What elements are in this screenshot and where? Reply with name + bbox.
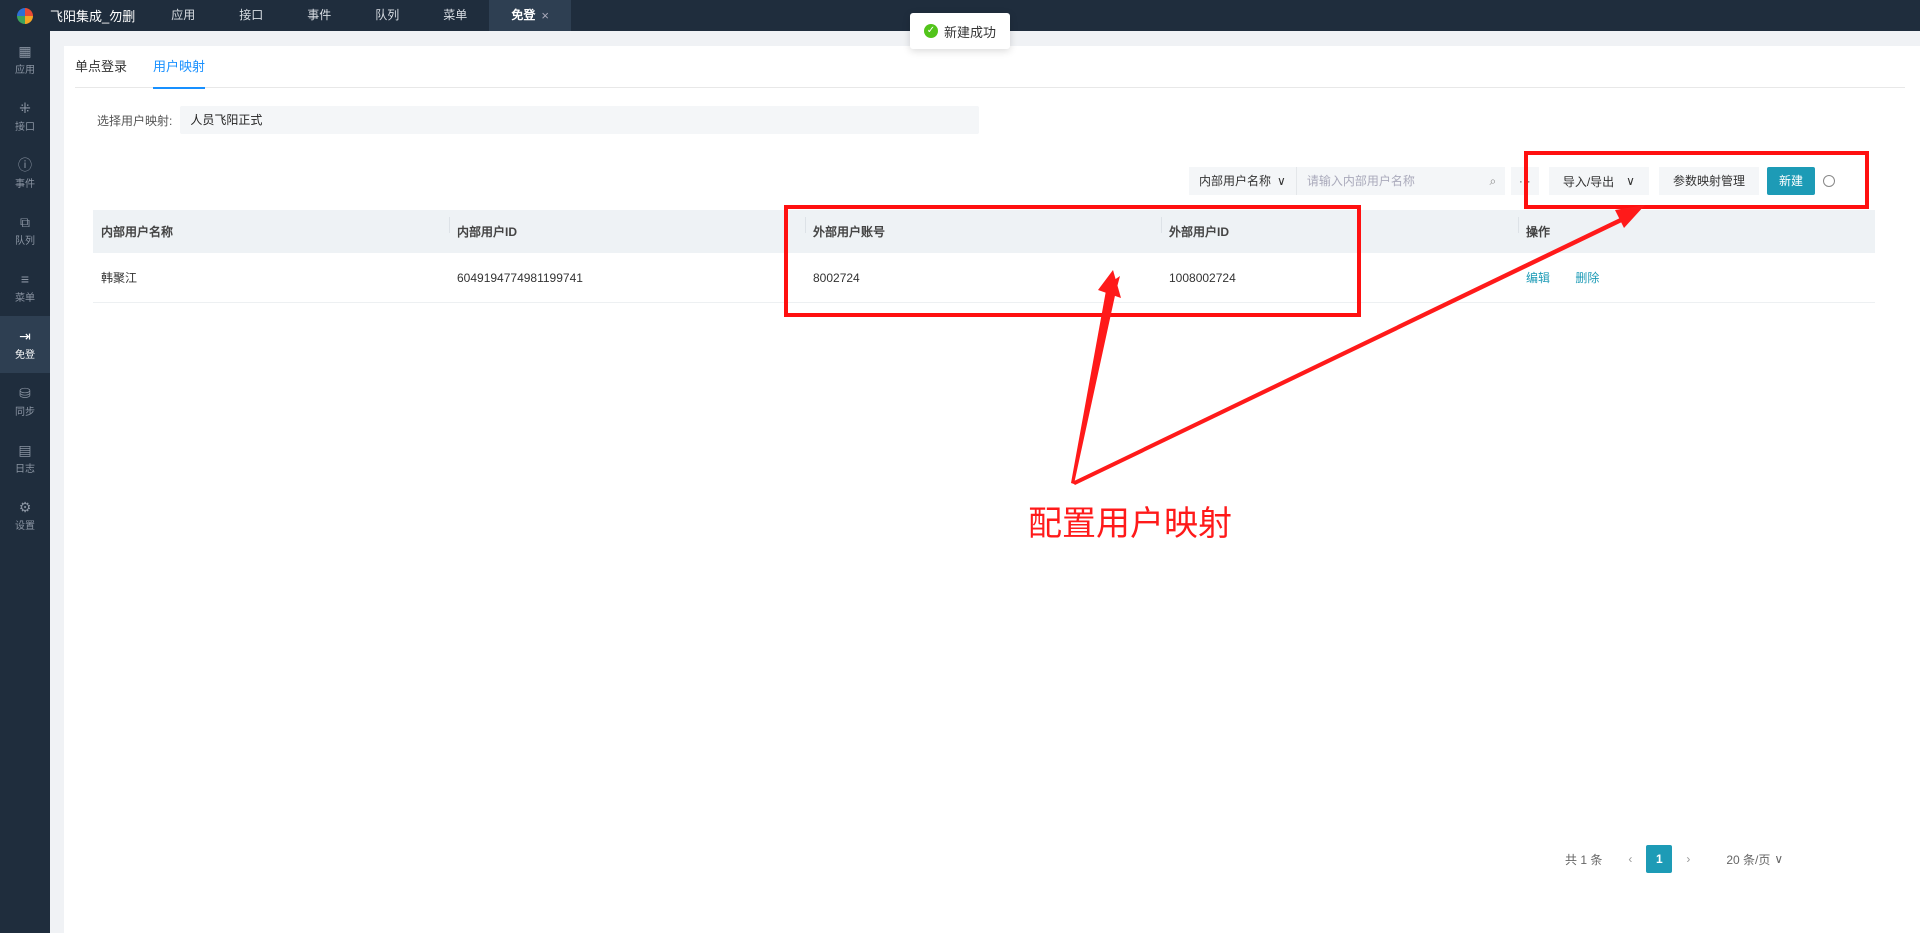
filter-field-select[interactable]: 内部用户名称 ∨ — [1189, 167, 1297, 195]
sidebar-item-menus[interactable]: ≡ 菜单 — [0, 259, 50, 316]
sidebar-item-label: 接口 — [15, 122, 35, 133]
top-tab-menus[interactable]: 菜单 — [421, 0, 489, 31]
gear-icon: ⚙ — [18, 499, 32, 515]
queue-icon: ⧉ — [20, 214, 30, 230]
logo-icon — [17, 7, 33, 24]
alert-icon: ⓘ — [18, 157, 32, 173]
sidebar-item-interfaces[interactable]: ⁜ 接口 — [0, 88, 50, 145]
app-logo — [0, 0, 50, 31]
chevron-down-icon: ∨ — [1277, 174, 1286, 188]
chevron-left-icon[interactable]: ‹ — [1628, 852, 1632, 866]
column-header-internal-name: 内部用户名称 — [101, 225, 174, 239]
top-tab-sso[interactable]: 免登 × — [489, 0, 571, 31]
sidebar-item-apps[interactable]: ▦ 应用 — [0, 31, 50, 88]
sidebar-item-label: 设置 — [15, 521, 35, 532]
network-icon: ⁜ — [19, 100, 31, 116]
app-name: 飞阳集成_勿删 — [50, 9, 136, 24]
top-tab-sso-label: 免登 — [511, 8, 536, 22]
sidebar-item-label: 日志 — [15, 464, 35, 475]
sidebar-item-sso[interactable]: ⇥ 免登 — [0, 316, 50, 373]
page-size-select[interactable]: 20 条/页 ∨ — [1726, 851, 1783, 868]
success-toast: ✓ 新建成功 — [910, 13, 1010, 49]
cell-internal-id: 6049194774981199741 — [457, 270, 583, 285]
mapping-select[interactable]: 人员飞阳正式 — [180, 106, 980, 134]
sidebar-item-queues[interactable]: ⧉ 队列 — [0, 202, 50, 259]
top-tab-queues[interactable]: 队列 — [353, 0, 421, 31]
database-icon: ⛁ — [19, 385, 31, 401]
annotation-box-external-columns — [784, 205, 1361, 317]
sidebar-item-label: 应用 — [15, 65, 35, 76]
tab-single-sign-on[interactable]: 单点登录 — [75, 46, 127, 88]
pagination: 共 1 条 ‹ 1 › 20 条/页 ∨ — [1565, 845, 1783, 873]
page-button-1[interactable]: 1 — [1646, 845, 1673, 873]
sidebar-item-logs[interactable]: ▤ 日志 — [0, 430, 50, 487]
chevron-down-icon: ∨ — [1774, 852, 1784, 866]
annotation-label: 配置用户映射 — [1028, 504, 1232, 544]
cell-internal-name: 韩聚江 — [101, 271, 138, 285]
sidebar: ▦ 应用 ⁜ 接口 ⓘ 事件 ⧉ 队列 ≡ 菜单 ⇥ 免登 ⛁ 同步 ▤ 日志 ⚙ 设置 — [0, 31, 50, 933]
search-input[interactable] — [1296, 167, 1481, 195]
top-tab-interfaces[interactable]: 接口 — [217, 0, 285, 31]
delete-link[interactable]: 删除 — [1575, 271, 1599, 285]
pagination-total: 共 1 条 — [1565, 852, 1603, 867]
sidebar-item-events[interactable]: ⓘ 事件 — [0, 145, 50, 202]
login-icon: ⇥ — [19, 328, 31, 344]
chevron-right-icon[interactable]: › — [1686, 852, 1690, 866]
top-tab-events[interactable]: 事件 — [285, 0, 353, 31]
sidebar-item-label: 菜单 — [15, 293, 35, 304]
toast-message: 新建成功 — [943, 24, 996, 40]
mapping-select-label: 选择用户映射: — [97, 113, 173, 128]
mapping-select-row: 选择用户映射: 人员飞阳正式 — [97, 106, 980, 134]
filter-field-label: 内部用户名称 — [1199, 174, 1272, 188]
top-tab-apps[interactable]: 应用 — [149, 0, 217, 31]
document-icon: ▤ — [18, 442, 32, 458]
page-size-label: 20 条/页 — [1726, 852, 1771, 867]
grid-icon: ▦ — [18, 43, 32, 59]
sidebar-item-label: 同步 — [15, 407, 35, 418]
annotation-box-toolbar-actions — [1524, 151, 1869, 209]
menu-icon: ≡ — [20, 271, 30, 287]
content-tabs: 单点登录 用户映射 — [75, 46, 1905, 89]
cell-actions: 编辑 删除 — [1518, 269, 1875, 286]
sidebar-item-sync[interactable]: ⛁ 同步 — [0, 373, 50, 430]
column-header-internal-id: 内部用户ID — [449, 217, 805, 240]
tab-user-mapping[interactable]: 用户映射 — [153, 46, 206, 89]
sidebar-item-label: 事件 — [15, 179, 35, 190]
sidebar-item-label: 免登 — [15, 350, 35, 361]
column-header-actions: 操作 — [1518, 217, 1875, 240]
check-circle-icon: ✓ — [923, 24, 938, 38]
search-icon[interactable]: ⌕ — [1480, 167, 1505, 195]
sidebar-item-settings[interactable]: ⚙ 设置 — [0, 487, 50, 544]
sidebar-item-label: 队列 — [15, 236, 35, 247]
close-icon[interactable]: × — [541, 0, 549, 31]
edit-link[interactable]: 编辑 — [1526, 271, 1550, 285]
